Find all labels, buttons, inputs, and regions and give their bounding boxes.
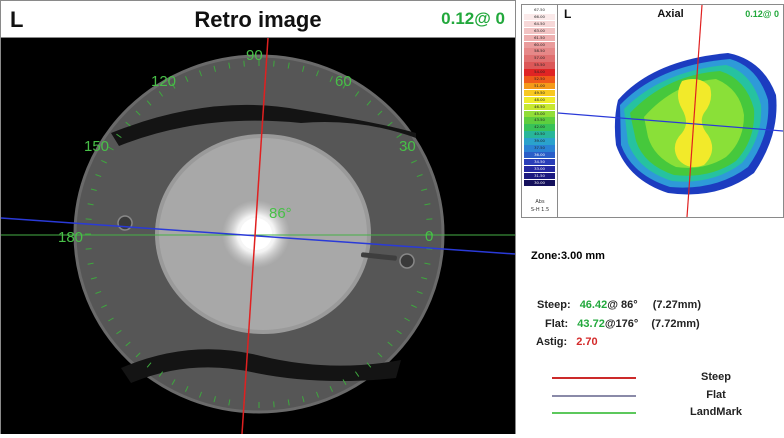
- scale-step: 40.50: [524, 131, 555, 138]
- axial-map-panel: 67.50 66.00 64.50 63.00 61.50 60.00 58.50 57.00…: [521, 4, 784, 218]
- steep-axis: @ 86°: [607, 299, 638, 311]
- scale-step: 31.50: [524, 172, 555, 180]
- steep-label: Steep:: [537, 299, 571, 311]
- scale-step: 49.50: [524, 89, 555, 97]
- scale-step: 57.00: [524, 55, 555, 62]
- angle-tick: [426, 218, 433, 220]
- steep-angle-marker: 86°: [269, 205, 292, 222]
- scale-step: 48.00: [524, 96, 555, 104]
- legend-steep-line: [552, 377, 636, 379]
- angle-label-120: 120: [151, 73, 176, 90]
- astig-value: 2.70: [576, 336, 598, 348]
- legend-landmark-label: LandMark: [690, 406, 742, 418]
- steep-value: 46.42: [579, 299, 608, 311]
- astig-label: Astig:: [536, 336, 568, 348]
- scale-step: 30.00: [524, 179, 555, 187]
- angle-label-30: 30: [399, 138, 416, 155]
- scale-step: 52.50: [524, 76, 555, 83]
- flat-axis: @176°: [604, 318, 639, 330]
- landmark-dot-right: [399, 253, 415, 269]
- scale-step: 55.50: [524, 62, 555, 69]
- scale-step: 54.00: [524, 69, 555, 76]
- angle-tick: [85, 248, 92, 250]
- scale-step: 46.50: [524, 103, 555, 111]
- axial-value-readout: 0.12@ 0: [745, 9, 779, 19]
- astig-row: Astig: 2.70: [536, 336, 598, 348]
- scale-step: 37.50: [524, 145, 555, 152]
- flat-value: 43.72: [577, 318, 605, 330]
- scale-footer-mode: Abs: [535, 199, 545, 205]
- scale-step: 39.00: [524, 138, 555, 145]
- angle-tick: [273, 60, 275, 67]
- scale-step: 51.00: [524, 82, 555, 90]
- flat-mm: (7.72mm): [651, 318, 700, 330]
- scale-step: 34.50: [524, 158, 555, 166]
- landmark-dot-left: [117, 215, 133, 231]
- axial-topography-map[interactable]: [558, 5, 783, 217]
- scale-step: 66.00: [524, 13, 555, 21]
- angle-label-90: 90: [246, 47, 263, 64]
- scale-step: 64.50: [524, 20, 555, 28]
- legend-flat-label: Flat: [706, 389, 726, 401]
- angle-tick: [85, 218, 92, 220]
- legend-landmark-line: [552, 412, 636, 414]
- angle-label-180: 180: [58, 229, 83, 246]
- angle-label-0: 0: [425, 228, 433, 245]
- scale-step: 45.00: [524, 110, 555, 118]
- retro-header: L Retro image 0.12@ 0: [1, 1, 515, 38]
- flat-row: Flat: 43.72@176° (7.72mm): [545, 318, 700, 330]
- scale-step: 61.50: [524, 34, 555, 42]
- steep-mm: (7.27mm): [652, 299, 701, 311]
- retro-title: Retro image: [194, 7, 322, 32]
- scale-step: 43.50: [524, 117, 555, 124]
- retro-eye-image[interactable]: 90 60 30 0 120 150 180 86°: [1, 38, 515, 434]
- scale-step: 63.00: [524, 27, 555, 35]
- angle-tick: [243, 60, 245, 67]
- angle-label-60: 60: [335, 73, 352, 90]
- scale-step: 36.00: [524, 151, 555, 159]
- scale-step: 42.00: [524, 124, 555, 131]
- legend-flat-line: [552, 395, 636, 397]
- scale-step: 33.00: [524, 165, 555, 173]
- flat-label: Flat:: [545, 318, 569, 330]
- angle-label-150: 150: [84, 138, 109, 155]
- scale-footer-step: S-H 1.5: [530, 207, 550, 213]
- retro-image-panel: L Retro image 0.12@ 0 90 60 30 0 120 150…: [0, 0, 516, 434]
- zone-label: Zone:3.00 mm: [531, 250, 605, 262]
- angle-tick: [273, 401, 275, 408]
- scale-step: 58.50: [524, 48, 555, 55]
- scale-step: 67.50: [524, 7, 555, 14]
- steep-row: Steep: 46.42@ 86° (7.27mm): [537, 299, 701, 311]
- legend-steep-label: Steep: [701, 371, 731, 383]
- retro-value-readout: 0.12@ 0: [441, 9, 505, 28]
- color-scale-bar: 67.50 66.00 64.50 63.00 61.50 60.00 58.50 57.00…: [522, 5, 558, 217]
- scale-step: 60.00: [524, 41, 555, 49]
